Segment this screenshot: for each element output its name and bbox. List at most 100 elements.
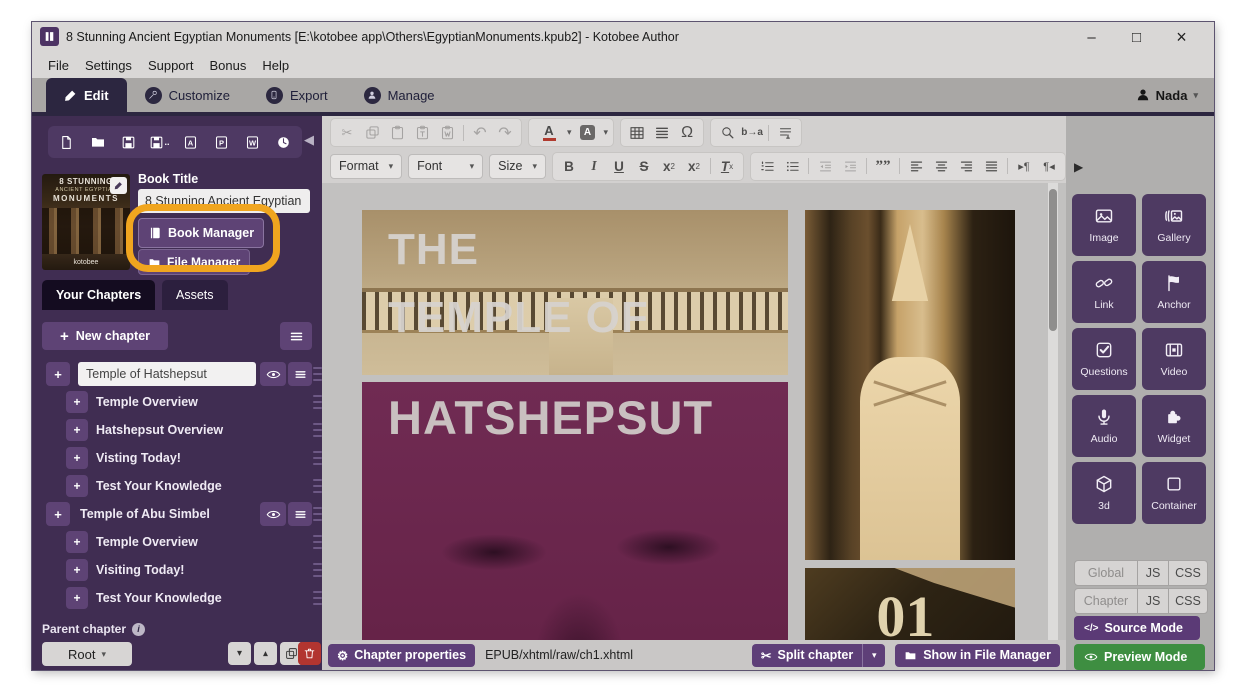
chapter-list-menu-button[interactable] [280,322,312,350]
save-as-button[interactable]: .. [145,129,174,155]
delete-chapter-button[interactable] [298,642,321,665]
blockquote-icon[interactable]: ”” [872,155,894,177]
cut-icon[interactable]: ✂ [336,122,358,144]
text-direction-ltr-icon[interactable]: ▸¶ [1013,155,1035,177]
global-js-button[interactable]: JS [1138,561,1169,585]
expand-toolbar-icon[interactable]: ▶ [1074,160,1083,174]
menu-settings[interactable]: Settings [77,58,140,73]
menu-support[interactable]: Support [140,58,202,73]
show-blocks-icon[interactable] [774,122,796,144]
show-in-file-manager-button[interactable]: Show in File Manager [895,644,1060,667]
user-account-menu[interactable]: Nada ▾ [1136,78,1198,112]
subscript-button[interactable]: x2 [658,155,680,177]
chapter-title[interactable]: Temple of Abu Simbel [80,507,210,521]
text-color-button[interactable]: A [534,122,564,144]
add-subchapter-button[interactable]: + [66,391,88,413]
add-subchapter-button[interactable]: + [66,531,88,553]
info-icon[interactable]: i [132,623,145,636]
pharaoh-face-photo[interactable]: HATSHEPSUT [362,382,788,640]
chapter-title[interactable]: Test Your Knowledge [96,479,222,493]
global-css-button[interactable]: CSS [1169,561,1207,585]
insert-container-button[interactable]: Container [1142,462,1206,524]
book-manager-button[interactable]: Book Manager [138,218,264,248]
insert-questions-button[interactable]: Questions [1072,328,1136,390]
page-canvas[interactable]: THE TEMPLE OF HATSHEPSUT 01 [322,183,1066,640]
tab-customize[interactable]: Customize [127,78,248,112]
export-epub-button[interactable]: P [207,129,236,155]
move-chapter-up-button[interactable]: ▾ [254,642,277,665]
menu-file[interactable]: File [40,58,77,73]
statue-photo[interactable] [805,210,1015,560]
export-word-button[interactable]: W [238,129,267,155]
replace-icon[interactable]: b→a [741,122,763,144]
chapter-title[interactable]: Temple Overview [96,535,198,549]
content-scrollbar[interactable] [1048,183,1058,640]
drag-handle[interactable] [313,423,322,437]
drag-handle[interactable] [313,479,322,493]
edit-cover-icon[interactable] [110,177,127,194]
book-title-input[interactable] [138,189,310,213]
paste-word-icon[interactable] [436,122,458,144]
align-center-icon[interactable] [930,155,952,177]
source-mode-button[interactable]: </> Source Mode [1074,616,1200,640]
chapter-title[interactable]: Visiting Today! [96,563,184,577]
temple-photo[interactable]: THE TEMPLE OF [362,210,788,375]
clear-formatting-button[interactable]: Tx [716,155,738,177]
tab-your-chapters[interactable]: Your Chapters [42,280,155,310]
paste-icon[interactable] [386,122,408,144]
chapter-menu-button[interactable] [288,362,312,386]
background-color-button[interactable]: A [575,122,601,144]
chapter-title[interactable]: Visting Today! [96,451,181,465]
redo-icon[interactable]: ↷ [494,122,516,144]
outdent-icon[interactable] [814,155,836,177]
new-book-button[interactable] [52,129,81,155]
drag-handle[interactable] [313,535,322,549]
strikethrough-button[interactable]: S [633,155,655,177]
align-left-icon[interactable] [905,155,927,177]
book-cover-thumbnail[interactable]: 8 STUNNING ANCIENT EGYPTIAN MONUMENTS ko… [42,174,130,270]
size-dropdown[interactable]: Size▾ [489,154,546,179]
underline-button[interactable]: U [608,155,630,177]
drag-handle[interactable] [313,395,322,409]
add-subchapter-button[interactable]: + [66,475,88,497]
add-subchapter-button[interactable]: + [66,559,88,581]
bold-button[interactable]: B [558,155,580,177]
menu-bonus[interactable]: Bonus [201,58,254,73]
move-chapter-down-button[interactable]: ▾ [228,642,251,665]
drag-handle[interactable] [313,563,322,577]
save-button[interactable] [114,129,143,155]
close-button[interactable]: × [1159,22,1204,52]
split-chapter-button[interactable]: ✂ Split chapter [752,644,862,667]
toggle-visibility-button[interactable] [260,502,286,526]
export-pdf-button[interactable]: A [176,129,205,155]
font-dropdown[interactable]: Font▾ [408,154,483,179]
chapter-menu-button[interactable] [288,502,312,526]
ordered-list-icon[interactable] [756,155,778,177]
add-subchapter-button[interactable]: + [66,419,88,441]
insert-link-button[interactable]: Link [1072,261,1136,323]
numbered-section-photo[interactable]: 01 [805,568,1015,640]
collapse-sidebar-icon[interactable]: ◀ [304,132,314,148]
insert-gallery-button[interactable]: Gallery [1142,194,1206,256]
chapter-title[interactable]: Test Your Knowledge [96,591,222,605]
scrollbar-thumb[interactable] [1049,189,1057,331]
chapter-js-button[interactable]: JS [1138,589,1169,613]
insert-image-button[interactable]: Image [1072,194,1136,256]
chapter-css-button[interactable]: CSS [1169,589,1207,613]
bullet-list-icon[interactable] [781,155,803,177]
insert-widget-button[interactable]: Widget [1142,395,1206,457]
parent-chapter-dropdown[interactable]: Root ▾ [42,642,132,666]
insert-3d-button[interactable]: 3d [1072,462,1136,524]
special-character-icon[interactable]: Ω [676,122,698,144]
italic-button[interactable]: I [583,155,605,177]
drag-handle[interactable] [313,451,322,465]
chapter-properties-button[interactable]: ⚙ Chapter properties [328,644,475,667]
line-height-icon[interactable] [651,122,673,144]
indent-icon[interactable] [839,155,861,177]
drag-handle[interactable] [313,367,322,381]
drag-handle[interactable] [313,591,322,605]
undo-icon[interactable]: ↶ [469,122,491,144]
new-chapter-button[interactable]: + New chapter [42,322,168,350]
tab-export[interactable]: Export [248,78,346,112]
insert-table-icon[interactable] [626,122,648,144]
